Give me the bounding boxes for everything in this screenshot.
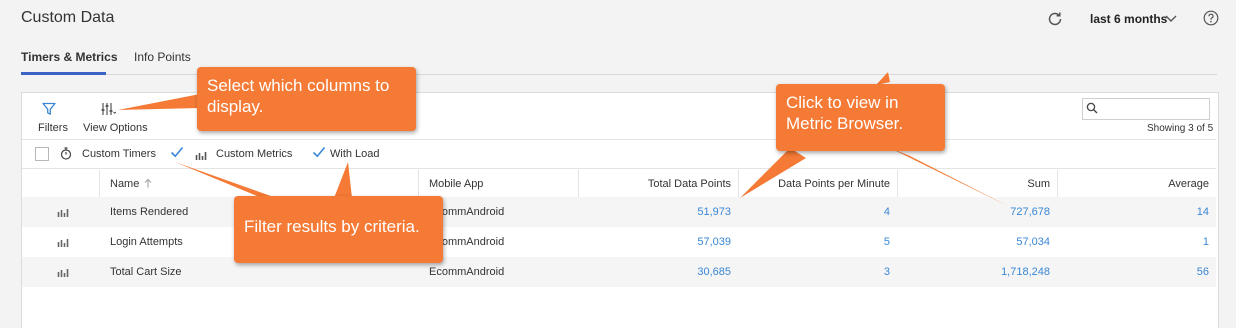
search-input[interactable] [1082,98,1210,120]
table-row[interactable]: Items Rendered EcommAndroid 51,973 4 727… [22,197,1216,227]
time-range-select[interactable]: last 6 months [1090,12,1167,26]
result-count: Showing 3 of 5 [1147,123,1214,134]
row-name: Total Cart Size [110,266,182,278]
column-separator [738,170,739,198]
row-data-points-per-minute-link[interactable]: 3 [770,266,890,278]
row-mobile-app: EcommAndroid [429,266,505,278]
bar-chart-icon [57,239,69,247]
filter-icon[interactable] [42,102,56,116]
tab-timers-metrics[interactable]: Timers & Metrics [21,50,118,64]
callout-filter: Filter results by criteria. [234,196,443,263]
column-separator [897,170,898,198]
row-total-data-points-link[interactable]: 30,685 [611,266,731,278]
column-separator [1057,170,1058,198]
row-average-link[interactable]: 1 [1089,236,1209,248]
row-name: Login Attempts [110,236,183,248]
column-header-total-data-points[interactable]: Total Data Points [610,178,731,190]
bar-chart-icon [57,209,69,217]
column-separator [578,170,579,198]
search-icon[interactable] [1086,102,1098,114]
row-total-data-points-link[interactable]: 51,973 [611,206,731,218]
row-sum-link[interactable]: 1,718,248 [930,266,1050,278]
column-header-name-label: Name [110,178,140,190]
table-row[interactable]: Total Cart Size EcommAndroid 30,685 3 1,… [22,257,1216,287]
bar-chart-icon [195,152,207,160]
help-icon[interactable] [1203,10,1219,26]
row-data-points-per-minute-link[interactable]: 4 [770,206,890,218]
custom-metrics-label: Custom Metrics [216,148,293,160]
top-bar: Custom Data last 6 months [0,0,1236,38]
view-options-button[interactable]: View Options [83,122,148,134]
column-header-mobile-app[interactable]: Mobile App [429,178,483,190]
with-load-checkbox[interactable] [312,146,326,158]
sliders-icon[interactable] [100,102,116,116]
row-average-link[interactable]: 56 [1089,266,1209,278]
filters-button[interactable]: Filters [38,122,68,134]
custom-metrics-checkbox[interactable] [170,146,184,158]
row-average-link[interactable]: 14 [1089,206,1209,218]
custom-timers-checkbox[interactable] [35,147,49,161]
column-separator [418,170,419,198]
row-total-data-points-link[interactable]: 57,039 [611,236,731,248]
filter-row-divider [22,168,1216,169]
sort-ascending-icon [144,178,152,188]
chevron-down-icon[interactable] [1165,14,1177,24]
refresh-icon[interactable] [1046,10,1064,28]
column-header-name[interactable]: Name [110,178,152,190]
row-sum-link[interactable]: 727,678 [930,206,1050,218]
row-name: Items Rendered [110,206,189,218]
column-separator [99,170,100,198]
tab-info-points[interactable]: Info Points [134,50,191,64]
bar-chart-icon [57,269,69,277]
table-row[interactable]: Login Attempts EcommAndroid 57,039 5 57,… [22,227,1216,257]
page-title: Custom Data [21,9,115,26]
row-data-points-per-minute-link[interactable]: 5 [770,236,890,248]
callout-view-options: Select which columns to display. [197,67,416,131]
column-header-sum[interactable]: Sum [970,178,1050,190]
with-load-label: With Load [330,148,380,160]
callout-metric-browser: Click to view in Metric Browser. [776,84,945,151]
stopwatch-icon [60,147,72,160]
column-header-data-points-per-minute[interactable]: Data Points per Minute [760,178,890,190]
active-tab-indicator [21,72,106,75]
toolbar-divider [22,139,1216,140]
column-header-average[interactable]: Average [1130,178,1209,190]
custom-timers-label: Custom Timers [82,148,156,160]
row-sum-link[interactable]: 57,034 [930,236,1050,248]
